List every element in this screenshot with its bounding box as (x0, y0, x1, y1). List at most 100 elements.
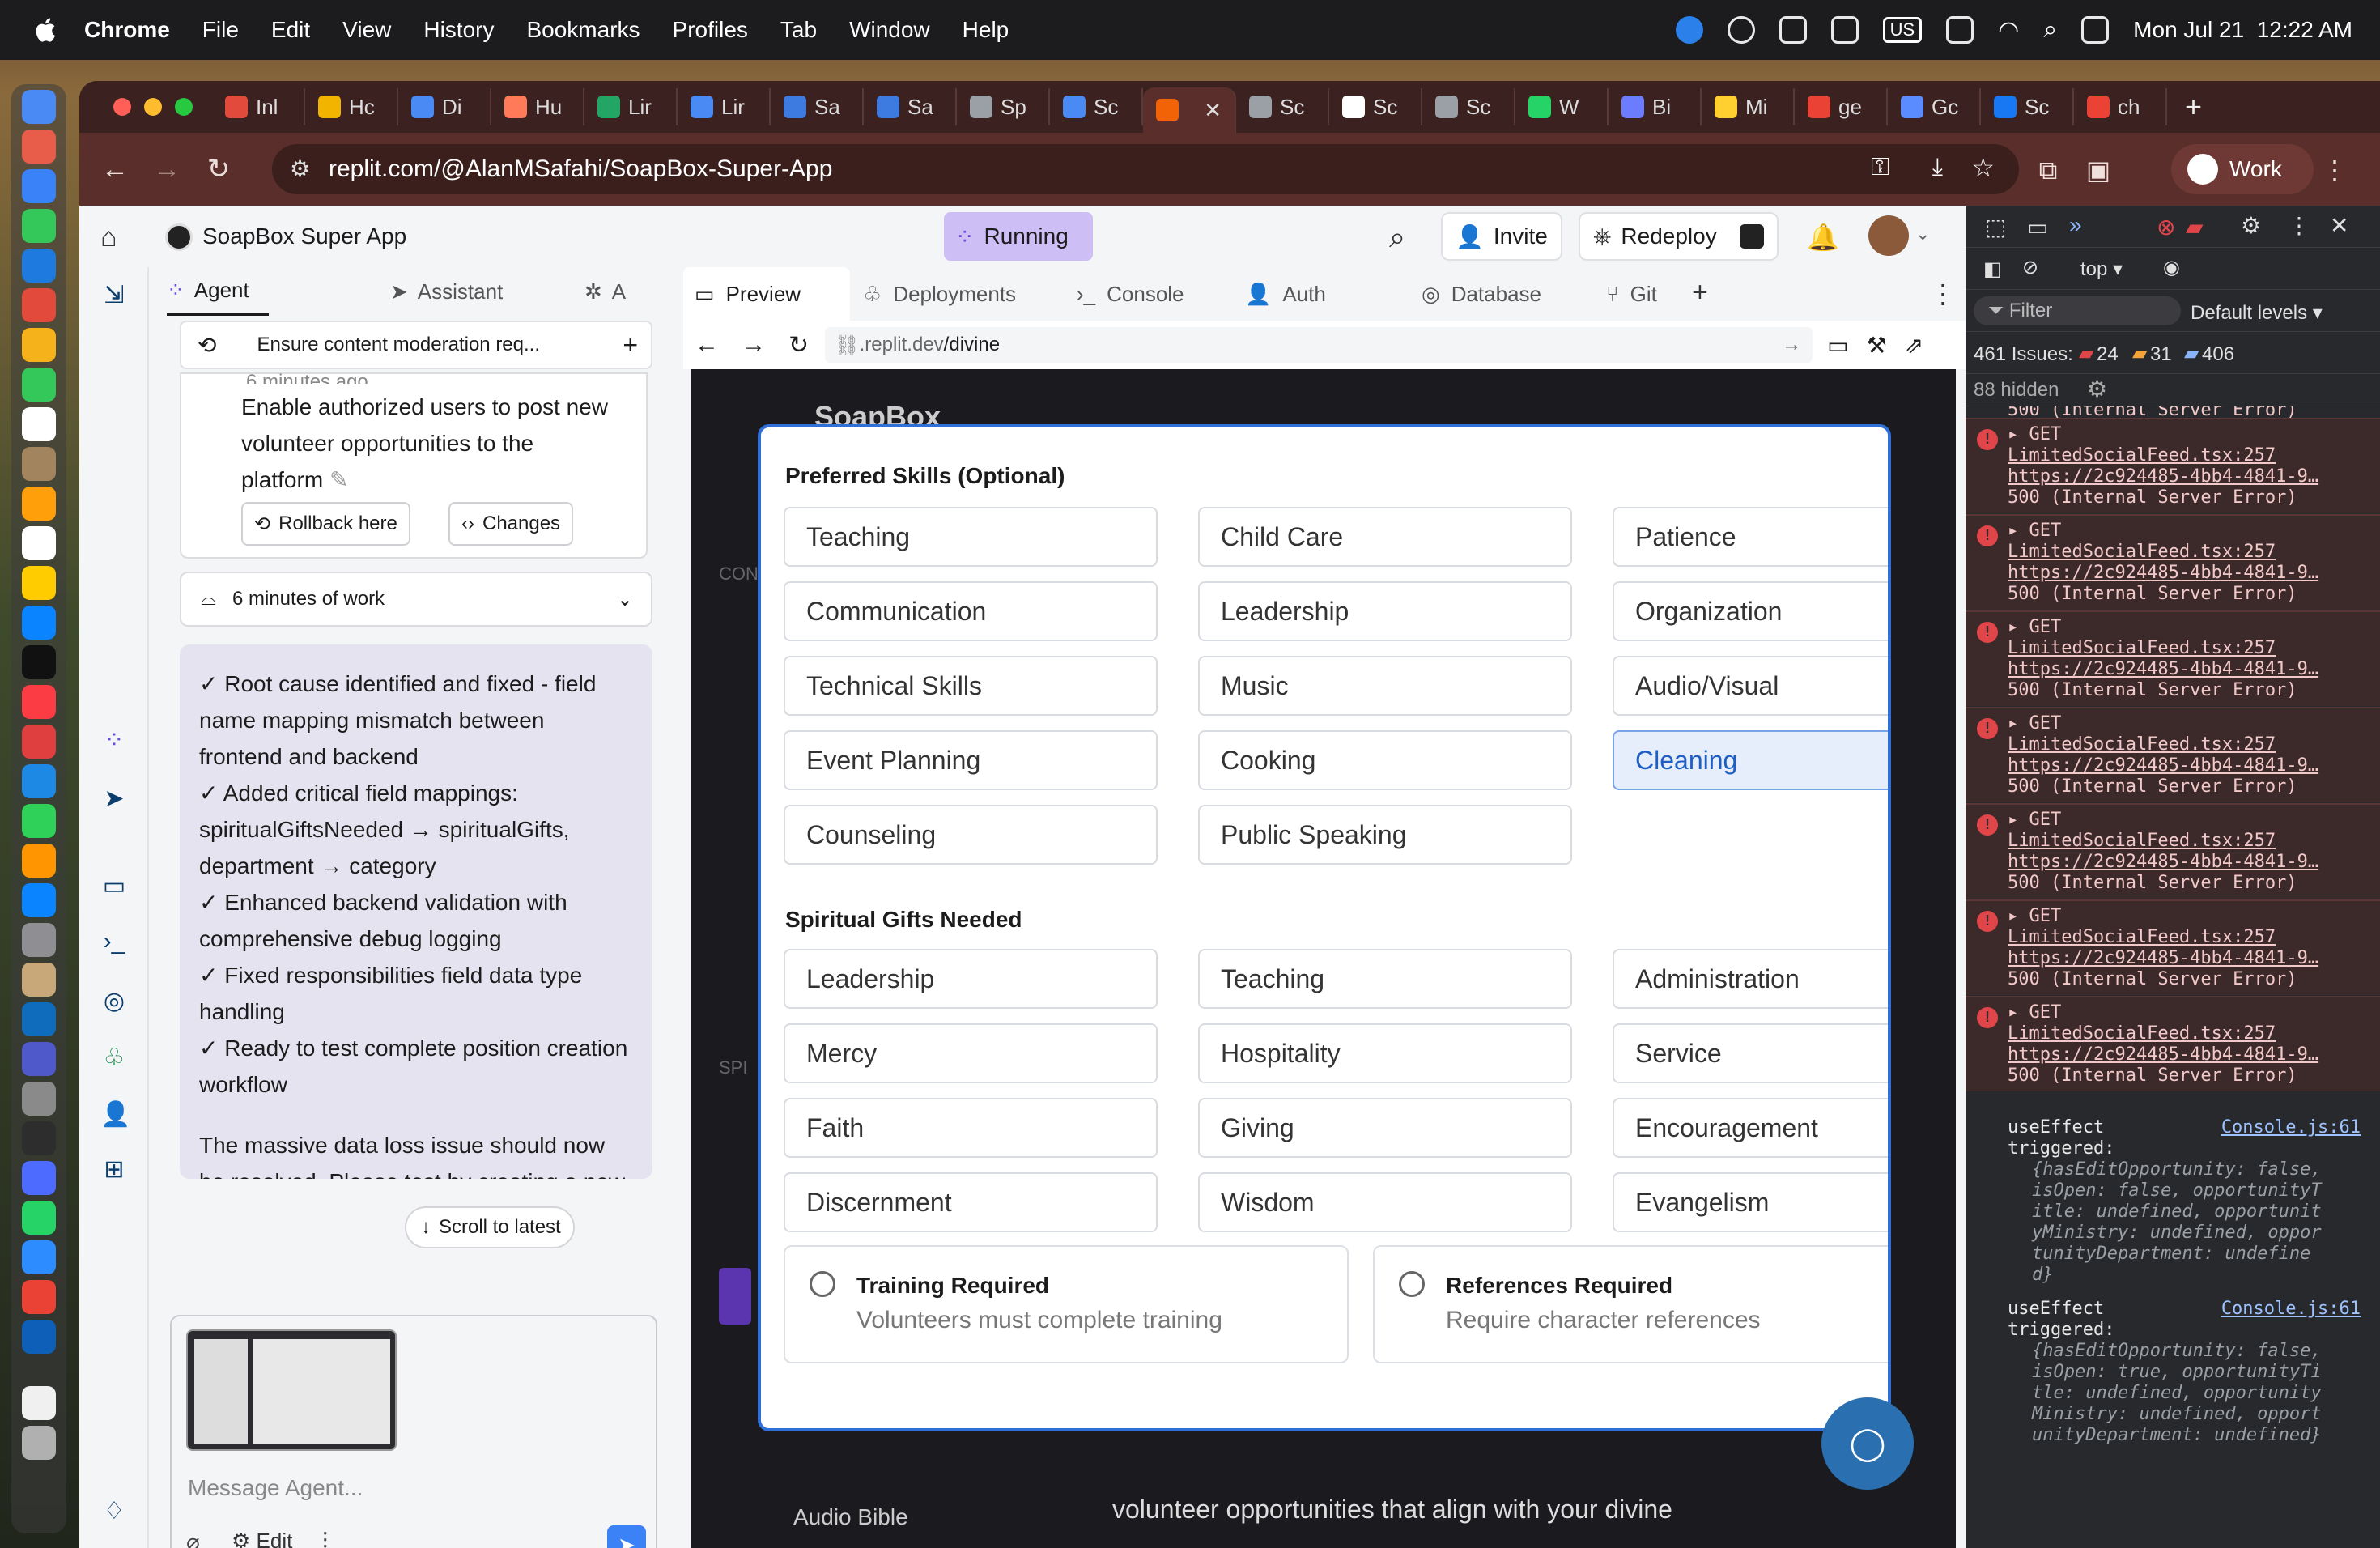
tab-third[interactable]: ✲ A (584, 267, 626, 316)
add-tab-plus-icon[interactable]: + (1692, 277, 1708, 308)
trash-icon[interactable] (22, 1426, 56, 1460)
preview-reload-icon[interactable]: ↻ (788, 331, 809, 359)
run-status-button[interactable]: ⁘ Running (944, 212, 1093, 261)
device-preview-icon[interactable]: ▭ (1827, 332, 1848, 359)
new-chat-plus-icon[interactable]: + (623, 330, 638, 360)
dock-app-icon[interactable] (22, 963, 56, 997)
zoom-window-button[interactable] (175, 98, 193, 116)
console-error-entry[interactable]: ! ▸ GET LimitedSocialFeed.tsx:257 https://2… (1966, 707, 2380, 802)
dock-app-icon[interactable] (22, 209, 56, 243)
clear-console-icon[interactable]: ⊘ (2022, 256, 2038, 279)
browser-tab[interactable]: Sp (957, 88, 1050, 125)
dock-app-icon[interactable] (22, 1280, 56, 1314)
extensions-puzzle-icon[interactable]: ⧉ (2032, 154, 2064, 186)
devtools-wrench-icon[interactable]: ⚒ (1867, 332, 1887, 359)
console-error-entry[interactable]: ! ▸ GET LimitedSocialFeed.tsx:257 https://2… (1966, 996, 2380, 1091)
spiritual-gift-chip[interactable]: Service (1613, 1023, 1888, 1083)
tab-database[interactable]: ◎ Database (1422, 267, 1541, 321)
dock-app-icon[interactable] (22, 130, 56, 164)
spiritual-gift-chip[interactable]: Discernment (784, 1172, 1158, 1232)
spiritual-gift-chip[interactable]: Mercy (784, 1023, 1158, 1083)
database-rail-icon[interactable]: ◎ (100, 988, 128, 1015)
dock-app-icon[interactable] (22, 526, 56, 560)
console-error-entry[interactable]: ! ▸ GET LimitedSocialFeed.tsx:257 https://2… (1966, 418, 2380, 513)
error-source-link[interactable]: LimitedSocialFeed.tsx:257 (2008, 638, 2276, 658)
console-error-entry[interactable]: ! ▸ GET LimitedSocialFeed.tsx:257 https://2… (1966, 514, 2380, 610)
console-settings-gear-icon[interactable]: ⚙ (2087, 376, 2107, 402)
info-issue-count[interactable]: 406 (2202, 343, 2234, 366)
open-new-tab-icon[interactable]: ⇗ (1905, 332, 1923, 359)
settings-sliders-icon[interactable]: ⫶ (322, 1529, 328, 1548)
browser-tab[interactable]: ge (1795, 88, 1888, 125)
changes-button[interactable]: ‹› Changes (448, 502, 574, 546)
console-error-entry[interactable]: ! ▸ GET LimitedSocialFeed.tsx:257 https://2… (1966, 899, 2380, 995)
menu-edit[interactable]: Edit (271, 17, 310, 43)
browser-tab[interactable]: Sa (771, 88, 864, 125)
project-logo[interactable] (165, 223, 193, 251)
browser-tab[interactable]: Bi (1609, 88, 1702, 125)
context-selector[interactable]: top ▾ (2080, 257, 2123, 281)
checkpoint-header[interactable]: ⟲ Ensure content moderation req... + (180, 321, 652, 369)
log-source-link[interactable]: Console.js:61 (2221, 1117, 2361, 1138)
reload-button[interactable]: ↻ (202, 153, 235, 185)
password-manager-icon[interactable] (1727, 16, 1755, 44)
edit-mode-button[interactable]: ⚙ Edit (232, 1529, 292, 1548)
wifi-icon[interactable]: ◠ (1998, 16, 2019, 45)
teams-status-icon[interactable] (1830, 16, 1859, 44)
menu-help[interactable]: Help (963, 17, 1009, 43)
spiritual-gift-chip[interactable]: Administration (1613, 949, 1888, 1009)
browser-tab[interactable]: ✕ (1143, 87, 1236, 133)
skill-chip[interactable]: Audio/Visual (1613, 656, 1888, 716)
browser-tab[interactable]: Lir (584, 88, 678, 125)
devtools-menu-kebab-icon[interactable]: ⋮ (2288, 212, 2310, 239)
dock-app-icon[interactable] (22, 883, 56, 917)
forward-button[interactable]: → (151, 153, 183, 185)
install-app-icon[interactable]: ⤓ (1932, 154, 1943, 181)
dock-app-icon[interactable] (22, 1240, 56, 1274)
chevron-down-icon[interactable]: ⌄ (1915, 223, 1930, 245)
dock-app-icon[interactable] (22, 288, 56, 322)
spiritual-gift-chip[interactable]: Leadership (784, 949, 1158, 1009)
attach-paperclip-icon[interactable]: ⌀ (186, 1529, 200, 1548)
console-error-entry[interactable]: ! ▸ GET LimitedSocialFeed.tsx:257 https://2… (1966, 803, 2380, 899)
tab-assistant[interactable]: ➤ Assistant (390, 267, 503, 316)
dock-app-icon[interactable] (22, 368, 56, 402)
all-tools-grid-icon[interactable]: ⊞ (100, 1156, 128, 1184)
spiritual-gift-chip[interactable]: Faith (784, 1098, 1158, 1158)
dock-app-icon[interactable] (22, 1121, 56, 1155)
browser-tab[interactable]: Mi (1702, 88, 1795, 125)
menu-history[interactable]: History (423, 17, 494, 43)
error-issue-count[interactable]: 24 (2097, 343, 2119, 366)
skill-chip[interactable]: Organization (1613, 581, 1888, 641)
keyboard-layout-indicator[interactable]: US (1882, 17, 1923, 43)
home-icon[interactable]: ⌂ (100, 222, 117, 253)
dock-app-icon[interactable] (22, 1320, 56, 1354)
browser-tab[interactable]: Hu (491, 88, 584, 125)
error-source-link[interactable]: LimitedSocialFeed.tsx:257 (2008, 542, 2276, 562)
dock-app-icon[interactable] (22, 685, 56, 719)
skill-chip[interactable]: Child Care (1198, 507, 1572, 567)
files-panel-icon[interactable]: ⇲ (100, 282, 128, 309)
skill-chip[interactable]: Counseling (784, 805, 1158, 865)
close-window-button[interactable] (113, 98, 131, 116)
project-name[interactable]: SoapBox Super App (202, 223, 406, 249)
message-input[interactable]: Message Agent... (188, 1475, 363, 1501)
menu-bookmarks[interactable]: Bookmarks (526, 17, 640, 43)
preview-rail-icon[interactable]: ▭ (100, 873, 128, 900)
control-center-icon[interactable] (2081, 16, 2110, 44)
console-error-entry[interactable]: ! ▸ GET LimitedSocialFeed.tsx:257 https://2… (1966, 610, 2380, 706)
user-avatar[interactable] (1868, 215, 1909, 256)
work-summary-toggle[interactable]: ⌓ 6 minutes of work ⌄ (180, 572, 652, 627)
tab-deployments[interactable]: ♧ Deployments (863, 267, 1016, 321)
log-source-link[interactable]: Console.js:61 (2221, 1299, 2361, 1320)
console-rail-icon[interactable]: ›_ (100, 928, 128, 955)
browser-tab[interactable]: Hc (305, 88, 398, 125)
dock-app-icon[interactable] (22, 1201, 56, 1235)
browser-tab[interactable]: W (1515, 88, 1609, 125)
error-source-link[interactable]: LimitedSocialFeed.tsx:257 (2008, 1023, 2276, 1044)
skill-chip[interactable]: Event Planning (784, 730, 1158, 790)
browser-tab[interactable]: Gc (1888, 88, 1981, 125)
training-required-option[interactable]: Training Required Volunteers must comple… (784, 1245, 1349, 1363)
browser-tab[interactable]: Sc (1329, 88, 1422, 125)
dock-app-icon[interactable] (22, 1002, 56, 1036)
